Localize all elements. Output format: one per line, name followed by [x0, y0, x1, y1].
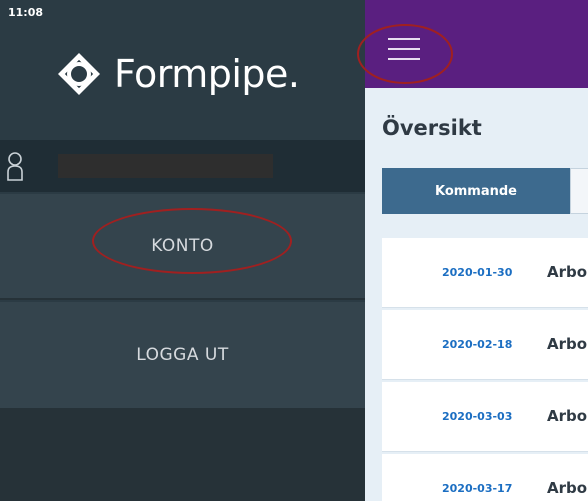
navigation-drawer: 11:08 Formpipe. KONTO LOGGA UT	[0, 0, 365, 501]
list-item[interactable]: 2020-03-17 Arbo	[382, 454, 588, 501]
item-title: Arbo	[547, 263, 588, 281]
formpipe-logo-icon	[58, 53, 100, 95]
brand-logo: Formpipe.	[56, 48, 300, 100]
app-header	[365, 0, 588, 88]
tab-secondary[interactable]	[570, 168, 588, 214]
main-panel: Översikt Kommande 2020-01-30 Arbo 2020-0…	[365, 0, 588, 501]
list-item[interactable]: 2020-02-18 Arbo	[382, 310, 588, 380]
item-date: 2020-02-18	[442, 338, 513, 351]
item-title: Arbo	[547, 407, 588, 425]
hamburger-menu-icon[interactable]	[388, 38, 424, 64]
sidebar-empty-area	[0, 408, 365, 501]
list-item[interactable]: 2020-01-30 Arbo	[382, 238, 588, 308]
page-title: Översikt	[382, 116, 482, 140]
logo-text: Formpipe.	[114, 52, 300, 96]
item-date: 2020-03-03	[442, 410, 513, 423]
activity-list: 2020-01-30 Arbo 2020-02-18 Arbo 2020-03-…	[382, 238, 588, 501]
menu-item-logout[interactable]: LOGGA UT	[0, 302, 365, 408]
tab-bar: Kommande	[382, 168, 588, 214]
redacted-user-name	[58, 154, 273, 178]
user-info-row	[0, 140, 365, 192]
list-item[interactable]: 2020-03-03 Arbo	[382, 382, 588, 452]
item-title: Arbo	[547, 479, 588, 497]
item-title: Arbo	[547, 335, 588, 353]
menu-item-konto[interactable]: KONTO	[0, 194, 365, 300]
status-bar-time: 11:08	[8, 6, 44, 19]
item-date: 2020-01-30	[442, 266, 513, 279]
tab-kommande[interactable]: Kommande	[382, 168, 570, 214]
item-date: 2020-03-17	[442, 482, 513, 495]
user-icon	[7, 152, 23, 181]
